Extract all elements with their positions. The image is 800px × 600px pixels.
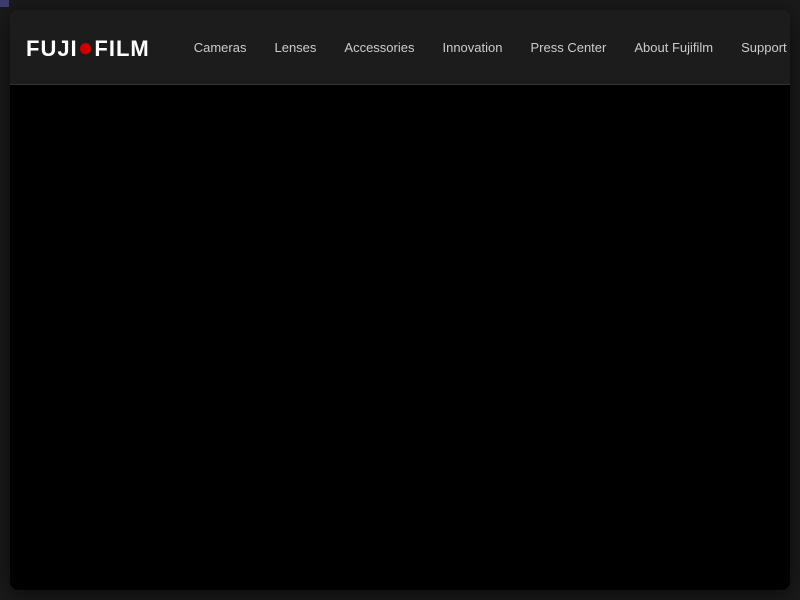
nav-item-about[interactable]: About Fujifilm: [620, 32, 727, 63]
logo-film-text: FILM: [94, 36, 149, 61]
logo-container: FUJI●FILM: [26, 32, 150, 63]
nav-item-lenses[interactable]: Lenses: [260, 32, 330, 63]
fujifilm-logo[interactable]: FUJI●FILM: [26, 32, 150, 63]
navbar: FUJI●FILM Cameras Lenses Accessories Inn…: [10, 10, 790, 85]
nav-item-innovation[interactable]: Innovation: [428, 32, 516, 63]
main-content: [10, 85, 790, 590]
nav-item-support[interactable]: Support & Contact: [727, 32, 790, 63]
nav-item-cameras[interactable]: Cameras: [180, 32, 261, 63]
browser-window: FUJI●FILM Cameras Lenses Accessories Inn…: [10, 10, 790, 590]
logo-dot: ●: [78, 32, 95, 62]
nav-item-press-center[interactable]: Press Center: [516, 32, 620, 63]
logo-fuji-text: FUJI: [26, 36, 78, 61]
nav-item-accessories[interactable]: Accessories: [330, 32, 428, 63]
nav-items: Cameras Lenses Accessories Innovation Pr…: [180, 32, 790, 63]
